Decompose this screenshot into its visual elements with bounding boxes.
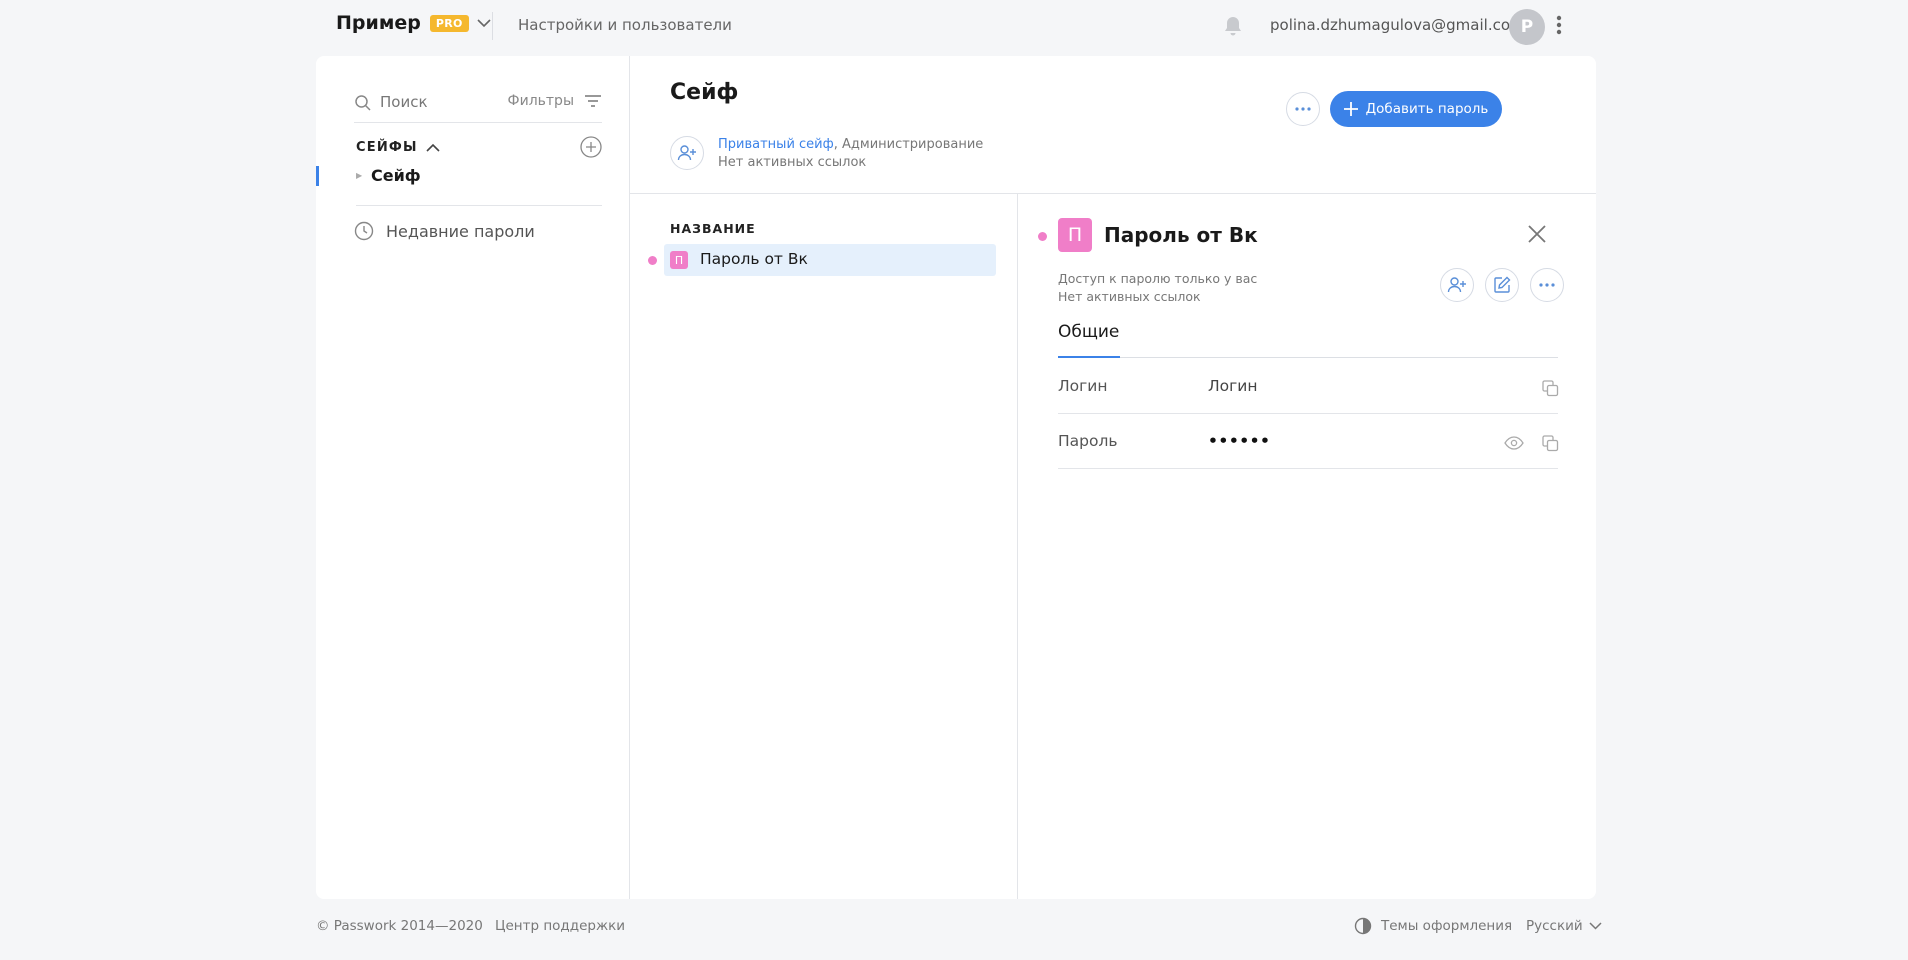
expand-triangle-icon[interactable]: ▶ <box>356 171 362 180</box>
settings-and-users-link[interactable]: Настройки и пользователи <box>518 16 732 34</box>
clock-icon <box>354 221 374 241</box>
chevron-down-icon <box>1589 922 1602 930</box>
search-input[interactable]: Поиск <box>380 93 508 111</box>
color-tag-dot <box>1038 232 1047 241</box>
more-horizontal-icon <box>1539 283 1555 287</box>
more-horizontal-icon <box>1295 107 1311 111</box>
item-badge: П <box>670 251 688 269</box>
organization-switcher[interactable]: Пример PRO <box>336 12 491 34</box>
vault-meta: Приватный сейф, Администрирование Нет ак… <box>718 136 983 172</box>
search-icon <box>354 94 372 112</box>
share-password-button[interactable] <box>1440 268 1474 302</box>
vault-links-status: Нет активных ссылок <box>718 155 867 170</box>
main-card: Поиск Фильтры СЕЙФЫ ▶ Сейф Недавние паро… <box>316 56 1596 899</box>
tabs-divider <box>1058 357 1558 358</box>
safes-section-header: СЕЙФЫ <box>356 136 602 158</box>
language-label: Русский <box>1526 918 1583 934</box>
vault-header: Сейф Приватный сейф, Администрирование Н… <box>630 56 1596 194</box>
contrast-icon <box>1354 917 1372 935</box>
avatar[interactable]: P <box>1509 9 1545 45</box>
footer-copyright: © Passwork 2014—2020 <box>316 918 483 934</box>
filters-button[interactable]: Фильтры <box>508 93 602 109</box>
vault-more-button[interactable] <box>1286 92 1320 126</box>
bell-icon[interactable] <box>1223 15 1243 37</box>
sidebar-item-safe[interactable]: ▶ Сейф <box>316 164 630 190</box>
password-field: Пароль •••••• <box>1058 414 1559 469</box>
detail-links-status: Нет активных ссылок <box>1058 289 1201 304</box>
add-safe-button[interactable] <box>580 136 602 158</box>
organization-name: Пример <box>336 12 421 34</box>
edit-password-button[interactable] <box>1485 268 1519 302</box>
page-title: Сейф <box>670 80 739 105</box>
add-password-label: Добавить пароль <box>1365 101 1489 117</box>
edit-icon <box>1493 276 1511 294</box>
recent-passwords-link[interactable]: Недавние пароли <box>354 221 535 241</box>
filters-label: Фильтры <box>507 93 574 109</box>
active-marker <box>316 166 319 186</box>
item-name: Пароль от Вк <box>700 250 808 268</box>
field-value[interactable]: Логин <box>1208 377 1258 395</box>
active-tab-indicator <box>1058 356 1120 358</box>
detail-title: Пароль от Вк <box>1104 223 1258 247</box>
sidebar-divider <box>356 205 602 206</box>
add-user-icon <box>677 144 697 162</box>
field-label: Логин <box>1058 377 1108 395</box>
access-text: Доступ к паролю только у вас <box>1058 271 1258 286</box>
password-list: НАЗВАНИЕ П Пароль от Вк <box>630 194 1018 899</box>
tab-general[interactable]: Общие <box>1058 322 1119 342</box>
support-link[interactable]: Центр поддержки <box>495 918 625 934</box>
safe-name: Сейф <box>371 166 421 185</box>
detail-badge: П <box>1058 218 1092 252</box>
copy-icon[interactable] <box>1542 380 1559 397</box>
eye-icon[interactable] <box>1504 436 1524 450</box>
chevron-up-icon[interactable] <box>426 143 440 152</box>
color-tag-dot <box>648 256 657 265</box>
close-icon[interactable] <box>1527 224 1547 244</box>
list-item[interactable]: П Пароль от Вк <box>664 244 996 276</box>
password-detail: П Пароль от Вк Доступ к паролю только у … <box>1018 194 1596 899</box>
add-user-icon <box>1447 276 1467 294</box>
vault-role: , Администрирование <box>833 137 984 152</box>
add-password-button[interactable]: Добавить пароль <box>1330 91 1502 127</box>
user-email[interactable]: polina.dzhumagulova@gmail.com <box>1270 16 1525 34</box>
filter-icon <box>584 94 602 108</box>
top-divider <box>492 12 493 40</box>
private-vault-link[interactable]: Приватный сейф <box>718 137 834 152</box>
password-more-button[interactable] <box>1530 268 1564 302</box>
top-bar: Пример PRO Настройки и пользователи poli… <box>0 0 1908 52</box>
sidebar: Поиск Фильтры СЕЙФЫ ▶ Сейф Недавние паро… <box>316 56 630 899</box>
detail-meta: Доступ к паролю только у вас Нет активны… <box>1058 270 1257 306</box>
field-label: Пароль <box>1058 432 1118 450</box>
language-select[interactable]: Русский <box>1526 918 1602 934</box>
pro-badge: PRO <box>429 14 469 32</box>
search-bar[interactable]: Поиск Фильтры <box>354 93 602 123</box>
safes-title: СЕЙФЫ <box>356 139 418 155</box>
plus-icon <box>1343 102 1366 116</box>
password-value[interactable]: •••••• <box>1208 432 1270 450</box>
themes-label: Темы оформления <box>1381 918 1513 934</box>
chevron-down-icon <box>477 18 491 28</box>
themes-button[interactable]: Темы оформления <box>1354 917 1512 935</box>
share-vault-button[interactable] <box>670 136 704 170</box>
copy-icon[interactable] <box>1542 435 1559 452</box>
column-header-name[interactable]: НАЗВАНИЕ <box>670 221 756 236</box>
more-vertical-icon[interactable] <box>1555 14 1563 36</box>
recent-passwords-label: Недавние пароли <box>386 221 535 241</box>
login-field: Логин Логин <box>1058 359 1559 414</box>
